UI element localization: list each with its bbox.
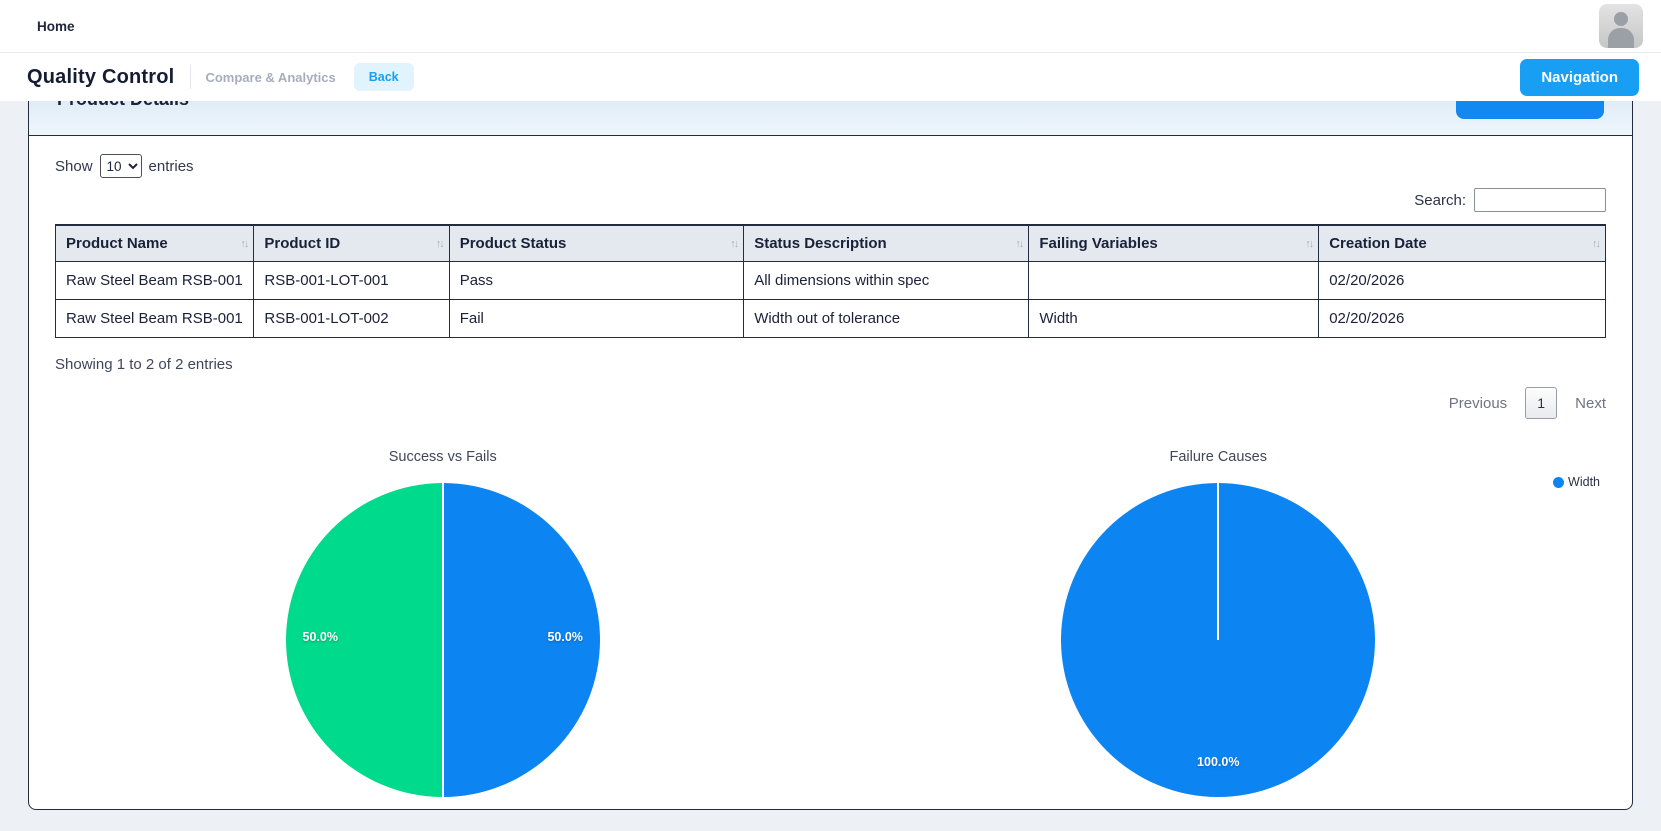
- pie-success-vs-fails: 50.0% 50.0%: [286, 483, 600, 797]
- chart-failure-causes: Failure Causes 100.0% Width: [831, 449, 1607, 797]
- previous-page-button[interactable]: Previous: [1449, 395, 1507, 412]
- sort-icon: ↑↓: [730, 238, 737, 250]
- chart-title: Failure Causes: [1169, 449, 1267, 467]
- page-title: Quality Control: [27, 66, 174, 89]
- legend-swatch: [1553, 477, 1564, 488]
- column-header-product-id[interactable]: Product ID↑↓: [254, 225, 449, 262]
- page-size-control: Show 10 entries: [55, 154, 1606, 178]
- user-avatar[interactable]: [1599, 4, 1643, 48]
- search-input[interactable]: [1474, 188, 1606, 212]
- sort-icon: ↑↓: [1592, 238, 1599, 250]
- page-number-button[interactable]: 1: [1525, 387, 1557, 419]
- column-header-failing-variables[interactable]: Failing Variables↑↓: [1029, 225, 1319, 262]
- table-header-row: Product Name↑↓ Product ID↑↓ Product Stat…: [56, 225, 1606, 262]
- sort-icon: ↑↓: [240, 238, 247, 250]
- cell-product-name: Raw Steel Beam RSB-001: [56, 300, 254, 338]
- chart-title: Success vs Fails: [389, 449, 497, 467]
- sort-icon: ↑↓: [436, 238, 443, 250]
- charts-row: Success vs Fails 50.0% 50.0% Failure Cau…: [55, 449, 1606, 797]
- cell-status-description: All dimensions within spec: [744, 262, 1029, 300]
- entries-label: entries: [149, 158, 194, 175]
- entries-summary: Showing 1 to 2 of 2 entries: [55, 356, 1606, 373]
- cell-product-status: Fail: [449, 300, 744, 338]
- legend-label: Width: [1568, 475, 1600, 489]
- column-header-product-name[interactable]: Product Name↑↓: [56, 225, 254, 262]
- chart-success-vs-fails: Success vs Fails 50.0% 50.0%: [55, 449, 831, 797]
- page-background: Product Details Show 10 entries Search:: [0, 101, 1661, 831]
- cell-product-id: RSB-001-LOT-002: [254, 300, 449, 338]
- cell-status-description: Width out of tolerance: [744, 300, 1029, 338]
- search-label: Search:: [1414, 192, 1466, 209]
- cell-product-name: Raw Steel Beam RSB-001: [56, 262, 254, 300]
- pie-slice-label: 50.0%: [547, 630, 582, 644]
- divider: [190, 65, 191, 89]
- search-control: Search:: [55, 188, 1606, 212]
- cell-creation-date: 02/20/2026: [1319, 262, 1606, 300]
- table-row: Raw Steel Beam RSB-001 RSB-001-LOT-002 F…: [56, 300, 1606, 338]
- card-title: Product Details: [57, 101, 189, 110]
- back-button[interactable]: Back: [354, 63, 414, 91]
- sort-icon: ↑↓: [1015, 238, 1022, 250]
- show-label: Show: [55, 158, 93, 175]
- panel-header-action-button[interactable]: [1456, 101, 1604, 119]
- home-link[interactable]: Home: [37, 19, 75, 34]
- legend-item-width[interactable]: Width: [1553, 475, 1600, 489]
- products-table: Product Name↑↓ Product ID↑↓ Product Stat…: [55, 224, 1606, 338]
- page-subtitle: Compare & Analytics: [205, 70, 335, 85]
- cell-failing-variables: [1029, 262, 1319, 300]
- pie-slice-label: 50.0%: [303, 630, 338, 644]
- pagination: Previous 1 Next: [55, 387, 1606, 419]
- avatar-person-icon: [1614, 12, 1628, 26]
- sort-icon: ↑↓: [1305, 238, 1312, 250]
- cell-product-status: Pass: [449, 262, 744, 300]
- cell-failing-variables: Width: [1029, 300, 1319, 338]
- cell-product-id: RSB-001-LOT-001: [254, 262, 449, 300]
- page-size-select[interactable]: 10: [100, 154, 142, 178]
- column-header-product-status[interactable]: Product Status↑↓: [449, 225, 744, 262]
- next-page-button[interactable]: Next: [1575, 395, 1606, 412]
- column-header-status-description[interactable]: Status Description↑↓: [744, 225, 1029, 262]
- navigation-button[interactable]: Navigation: [1520, 59, 1639, 96]
- pie-failure-causes: 100.0%: [1061, 483, 1375, 797]
- cell-creation-date: 02/20/2026: [1319, 300, 1606, 338]
- card-header: Product Details: [29, 101, 1632, 136]
- column-header-creation-date[interactable]: Creation Date↑↓: [1319, 225, 1606, 262]
- product-details-card: Product Details Show 10 entries Search:: [28, 101, 1633, 810]
- table-row: Raw Steel Beam RSB-001 RSB-001-LOT-001 P…: [56, 262, 1606, 300]
- top-bar: Home: [0, 0, 1661, 53]
- nav-bar: Quality Control Compare & Analytics Back…: [0, 53, 1661, 101]
- pie-slice-label: 100.0%: [1197, 755, 1239, 769]
